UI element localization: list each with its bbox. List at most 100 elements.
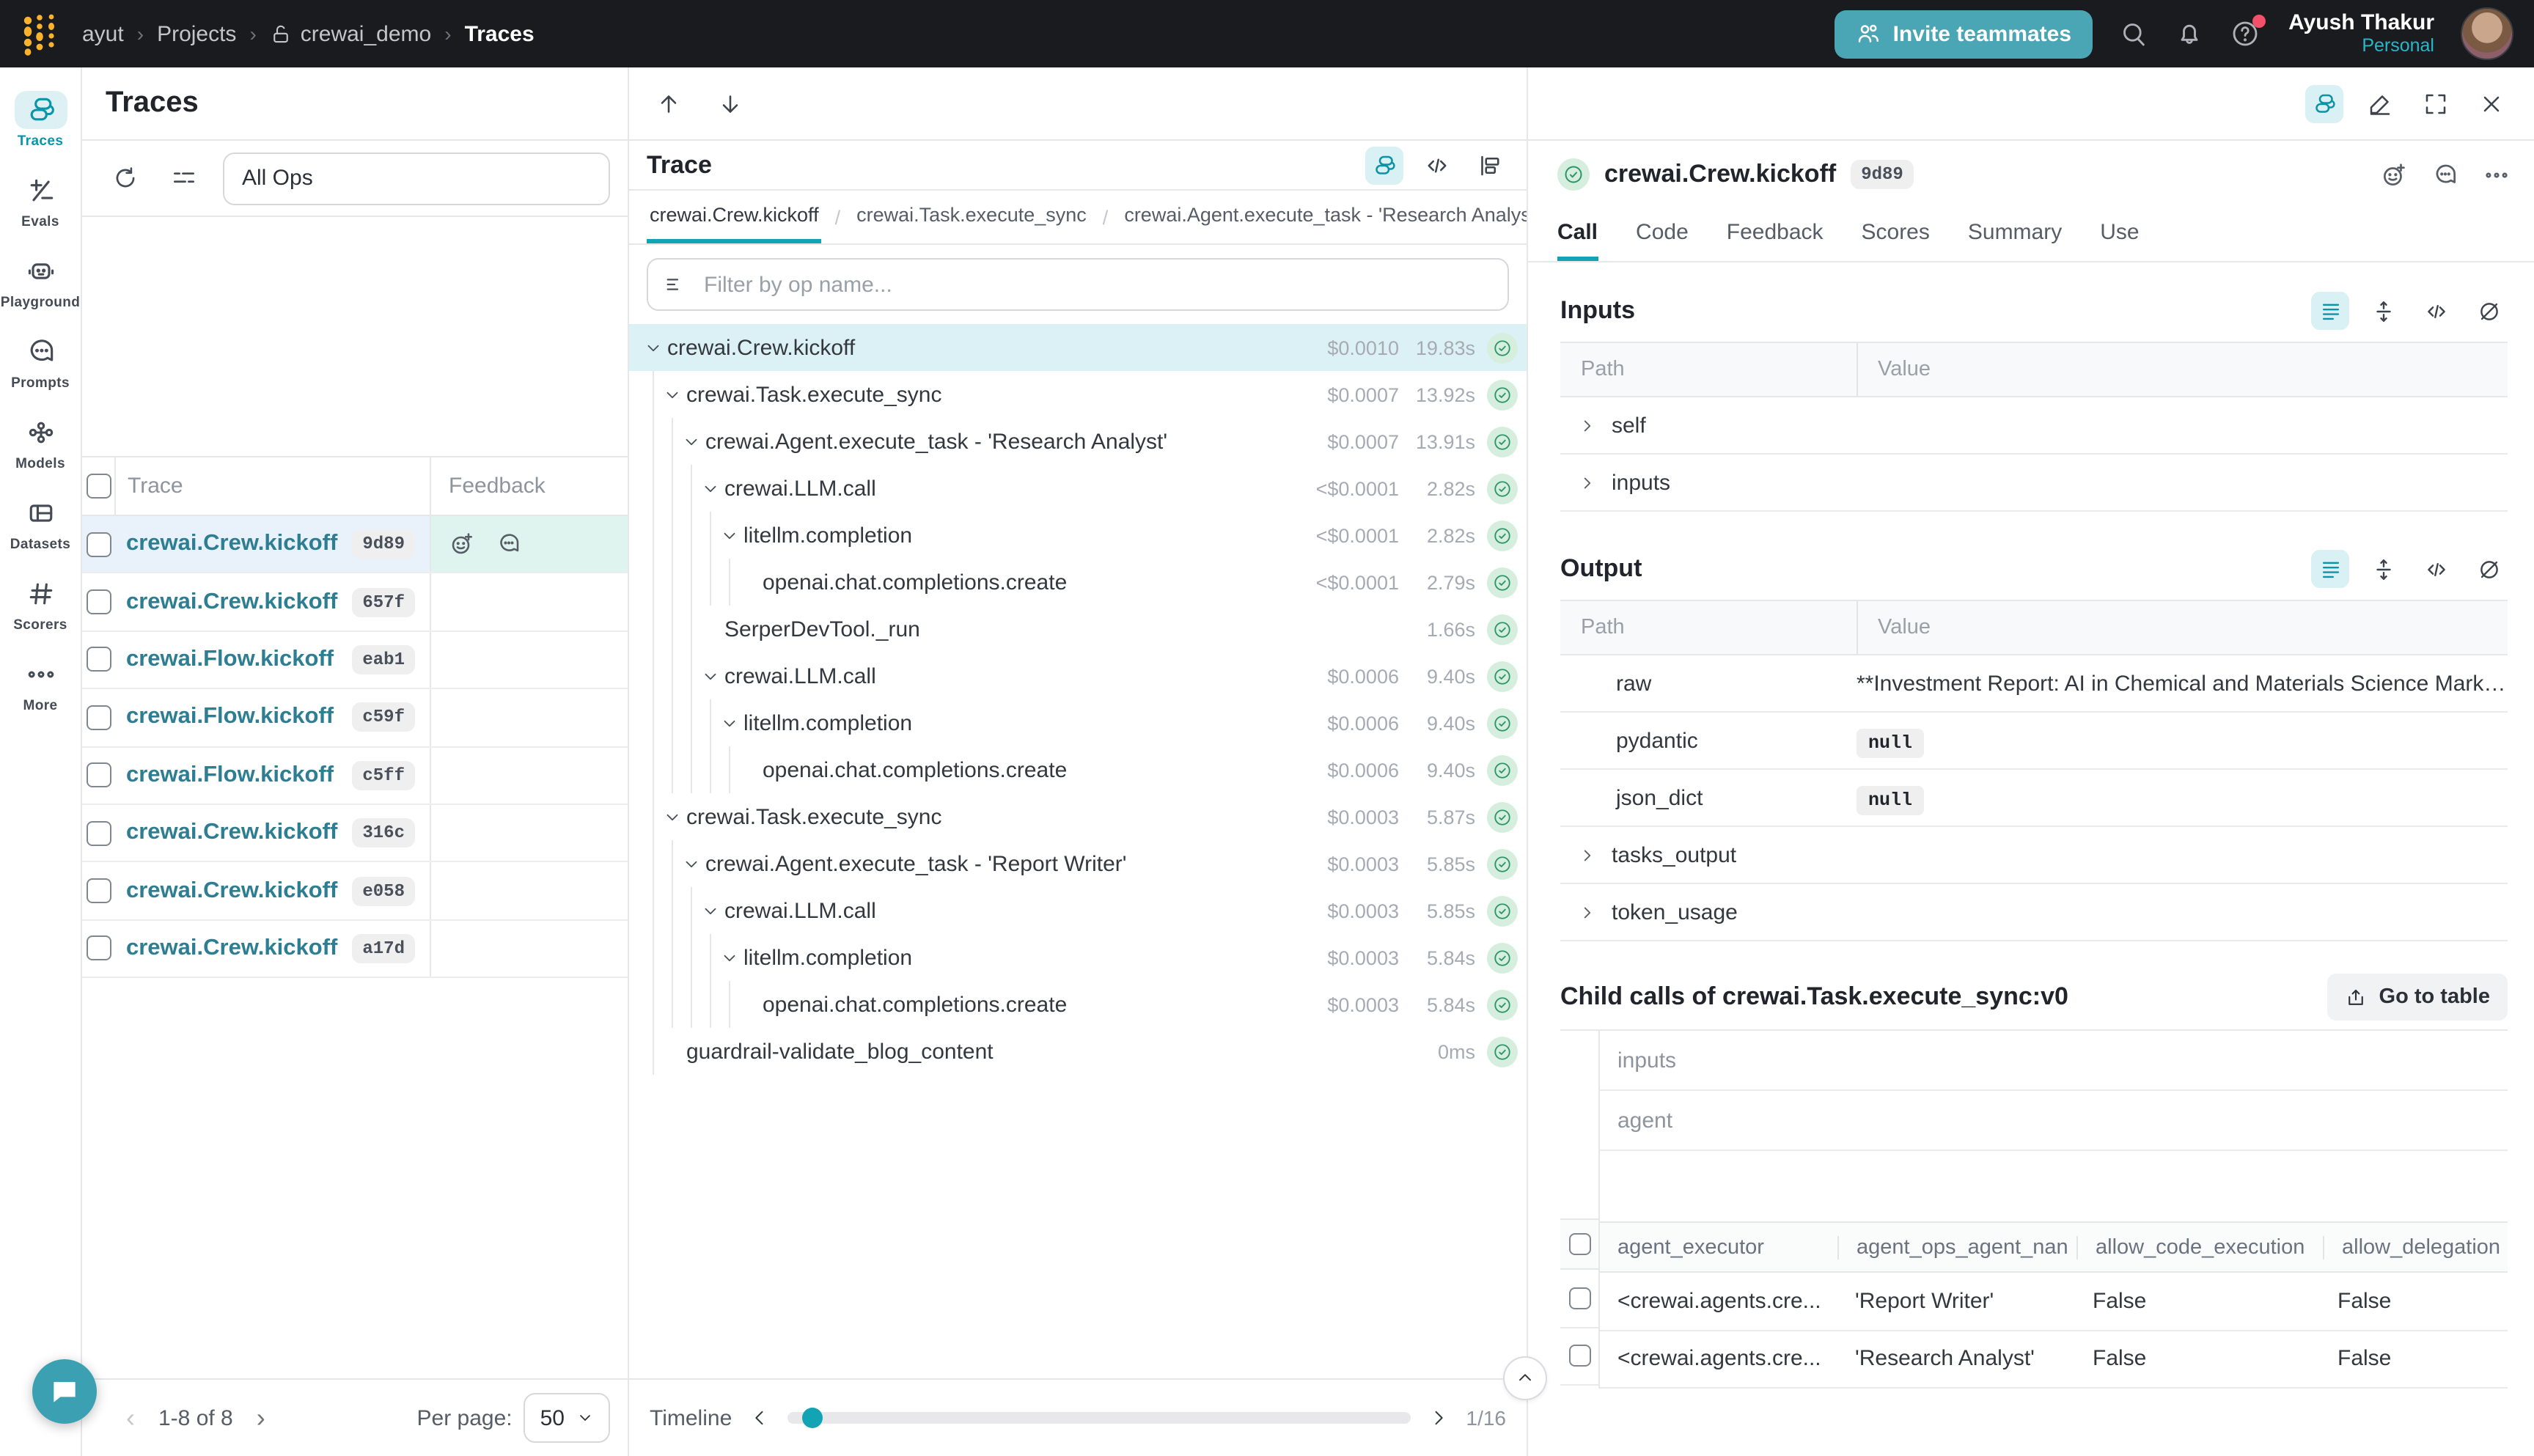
chevron-down-icon[interactable]	[720, 713, 743, 732]
table-row[interactable]: self	[1560, 397, 2508, 454]
tab-use[interactable]: Use	[2100, 208, 2139, 261]
go-to-table-button[interactable]: Go to table	[2328, 974, 2508, 1021]
row-checkbox[interactable]	[86, 763, 111, 788]
support-chat-button[interactable]	[32, 1359, 97, 1424]
column-settings-icon[interactable]	[164, 159, 202, 197]
table-row[interactable]: pydantic null	[1560, 712, 2508, 769]
breadcrumb-traces[interactable]: Traces	[465, 21, 535, 46]
hide-values-icon[interactable]	[2469, 292, 2508, 330]
add-reaction-icon[interactable]	[2380, 161, 2408, 188]
table-row[interactable]: token_usage	[1560, 883, 2508, 941]
trace-column-header[interactable]: Trace	[116, 474, 430, 499]
arrow-up-icon[interactable]	[650, 84, 688, 122]
timeline-slider-knob[interactable]	[802, 1408, 823, 1428]
tree-row[interactable]: litellm.completion$0.00035.84s	[629, 934, 1527, 981]
trace-link[interactable]: crewai.Flow.kickoff	[126, 705, 352, 731]
call-tab[interactable]: crewai.Task.execute_sync	[853, 191, 1090, 243]
chevron-down-icon[interactable]	[701, 666, 724, 685]
tab-call[interactable]: Call	[1557, 208, 1598, 261]
tree-row[interactable]: litellm.completion$0.00069.40s	[629, 699, 1527, 746]
list-view-icon[interactable]	[2311, 550, 2349, 588]
ops-filter-select[interactable]: All Ops	[223, 152, 610, 205]
tab-scores[interactable]: Scores	[1862, 208, 1930, 261]
fullscreen-icon[interactable]	[2417, 84, 2455, 122]
table-row[interactable]: tasks_output	[1560, 826, 2508, 883]
avatar[interactable]	[2461, 7, 2513, 60]
tree-row[interactable]: crewai.Task.execute_sync$0.000713.92s	[629, 371, 1527, 418]
code-view-icon[interactable]	[1418, 146, 1456, 184]
sidebar-item-prompts[interactable]: Prompts	[2, 324, 78, 400]
breadcrumb-entity[interactable]: ayut	[82, 21, 124, 46]
sidebar-item-more[interactable]: More	[2, 647, 78, 723]
column-header[interactable]: allow_delegation	[2323, 1235, 2534, 1259]
trace-link[interactable]: crewai.Flow.kickoff	[126, 647, 352, 673]
table-row[interactable]: crewai.Crew.kickoffe058	[82, 863, 628, 921]
chevron-right-icon[interactable]	[1578, 845, 1597, 864]
chevron-down-icon[interactable]	[682, 854, 705, 873]
table-row[interactable]: inputs	[1560, 454, 2508, 511]
trace-link[interactable]: crewai.Crew.kickoff	[126, 589, 352, 615]
code-view-icon[interactable]	[2417, 292, 2455, 330]
tree-row[interactable]: crewai.LLM.call<$0.00012.82s	[629, 465, 1527, 512]
tree-row[interactable]: crewai.LLM.call$0.00069.40s	[629, 652, 1527, 699]
comment-icon[interactable]	[496, 531, 522, 557]
chevron-down-icon[interactable]	[663, 807, 686, 826]
trace-link[interactable]: crewai.Crew.kickoff	[126, 531, 352, 557]
column-header[interactable]: agent_ops_agent_nan	[1837, 1235, 2076, 1259]
select-all-checkbox[interactable]	[1568, 1233, 1590, 1255]
tab-summary[interactable]: Summary	[1968, 208, 2062, 261]
feedback-column-header[interactable]: Feedback	[431, 474, 628, 499]
chevron-right-icon[interactable]	[1578, 473, 1597, 492]
call-tab[interactable]: crewai.Agent.execute_task - 'Research An…	[1121, 191, 1527, 243]
expand-rows-icon[interactable]	[2364, 292, 2402, 330]
trace-link[interactable]: crewai.Crew.kickoff	[126, 878, 352, 904]
tree-row[interactable]: guardrail-validate_blog_content0ms	[629, 1028, 1527, 1075]
collapse-panel-button[interactable]	[1503, 1356, 1547, 1400]
breadcrumb-projects[interactable]: Projects	[157, 21, 236, 46]
chevron-down-icon[interactable]	[720, 526, 743, 545]
sidebar-item-playground[interactable]: Playground	[2, 243, 78, 320]
tab-feedback[interactable]: Feedback	[1727, 208, 1824, 261]
table-row[interactable]: crewai.Flow.kickoffc5ff	[82, 747, 628, 805]
wandb-logo-icon[interactable]	[21, 12, 59, 56]
edit-pencil-icon[interactable]	[2361, 84, 2399, 122]
op-filter-input[interactable]	[701, 271, 1493, 298]
per-page-select[interactable]: 50	[524, 1393, 610, 1443]
hide-values-icon[interactable]	[2469, 550, 2508, 588]
tree-row[interactable]: crewai.Task.execute_sync$0.00035.87s	[629, 793, 1527, 840]
expand-rows-icon[interactable]	[2364, 550, 2402, 588]
chevron-down-icon[interactable]	[663, 385, 686, 404]
tree-row[interactable]: crewai.Agent.execute_task - 'Report Writ…	[629, 840, 1527, 887]
next-page-icon[interactable]: ›	[248, 1402, 274, 1433]
tree-row[interactable]: openai.chat.completions.create<$0.00012.…	[629, 559, 1527, 606]
table-row[interactable]: <crewai.agents.cre... 'Research Analyst'…	[1600, 1331, 2508, 1389]
list-view-icon[interactable]	[2311, 292, 2349, 330]
tree-row[interactable]: SerperDevTool._run1.66s	[629, 606, 1527, 652]
call-tab[interactable]: crewai.Crew.kickoff	[647, 191, 822, 243]
prev-page-icon[interactable]: ‹	[117, 1402, 144, 1433]
table-row[interactable]: crewai.Crew.kickoff316c	[82, 805, 628, 863]
row-checkbox[interactable]	[86, 647, 111, 672]
sidebar-item-traces[interactable]: Traces	[2, 82, 78, 158]
tree-row[interactable]: crewai.LLM.call$0.00035.85s	[629, 887, 1527, 934]
tab-code[interactable]: Code	[1636, 208, 1689, 261]
column-header[interactable]: agent_executor	[1600, 1235, 1837, 1259]
table-row[interactable]: raw **Investment Report: AI in Chemical …	[1560, 655, 2508, 712]
tree-row[interactable]: litellm.completion<$0.00012.82s	[629, 512, 1527, 559]
row-checkbox[interactable]	[86, 705, 111, 730]
trace-link[interactable]: crewai.Crew.kickoff	[126, 935, 352, 962]
timeline-prev-icon[interactable]	[749, 1408, 770, 1428]
tree-view-icon[interactable]	[1365, 146, 1403, 184]
tree-row[interactable]: crewai.Crew.kickoff$0.001019.83s	[629, 324, 1527, 371]
chevron-down-icon[interactable]	[644, 338, 667, 357]
user-menu[interactable]: Ayush Thakur Personal	[2288, 10, 2434, 56]
table-row[interactable]: <crewai.agents.cre... 'Report Writer' Fa…	[1600, 1273, 2508, 1331]
trace-link[interactable]: crewai.Flow.kickoff	[126, 762, 352, 789]
breadcrumb-project[interactable]: crewai_demo	[270, 21, 431, 46]
chevron-down-icon[interactable]	[720, 948, 743, 967]
row-checkbox[interactable]	[86, 820, 111, 845]
arrow-down-icon[interactable]	[711, 84, 749, 122]
row-checkbox[interactable]	[86, 878, 111, 903]
close-icon[interactable]	[2472, 84, 2511, 122]
row-checkbox[interactable]	[86, 936, 111, 961]
